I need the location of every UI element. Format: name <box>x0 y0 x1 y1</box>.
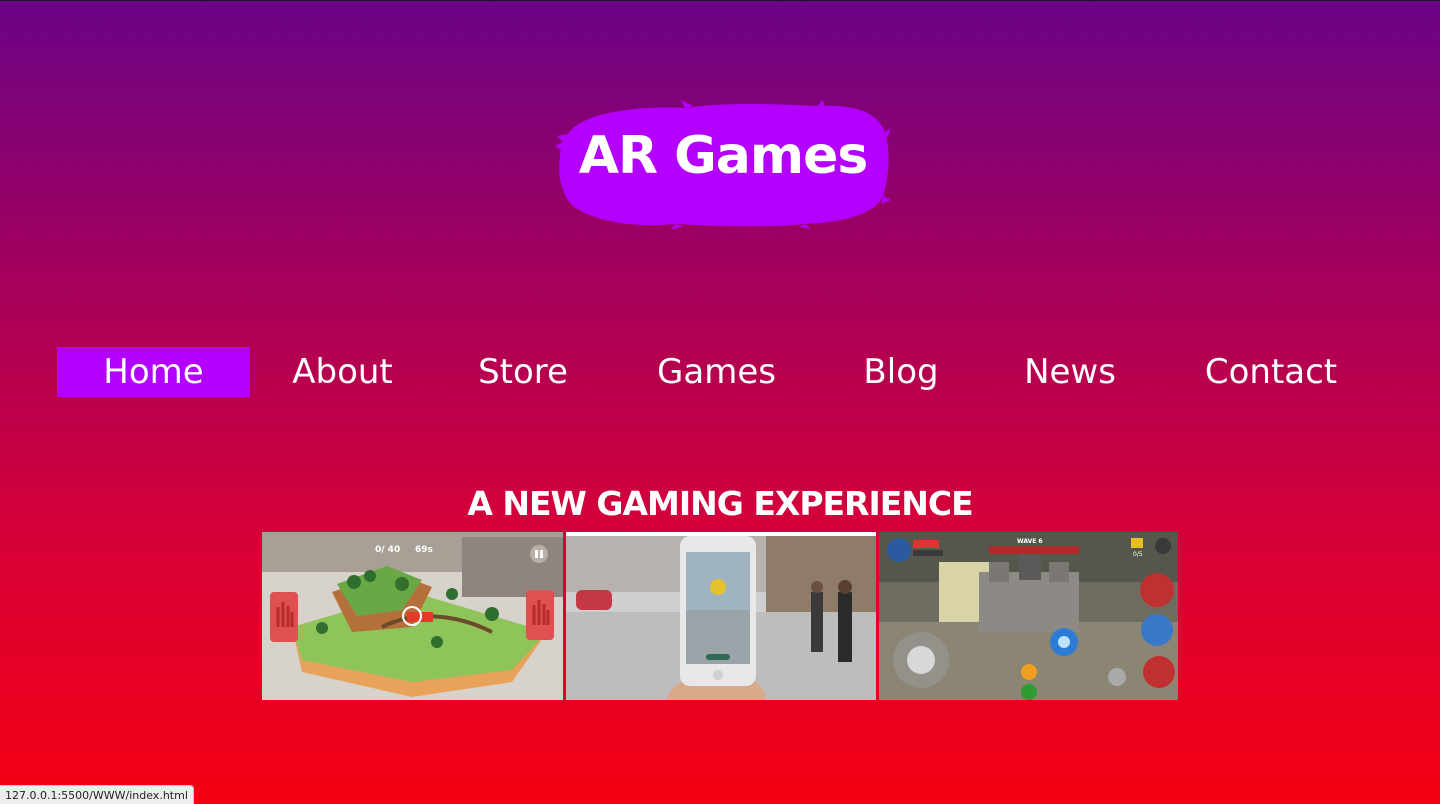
gallery-image-ar-tabletop[interactable]: WAVE 6 0/5 <box>879 532 1178 700</box>
nav-item-about[interactable]: About <box>270 347 415 397</box>
status-bar-url: 127.0.0.1:5500/WWW/index.html <box>0 785 194 804</box>
nav-item-contact[interactable]: Contact <box>1185 347 1357 397</box>
nav-item-home[interactable]: Home <box>57 347 250 397</box>
logo-text: AR Games <box>578 126 869 186</box>
nav-item-blog[interactable]: Blog <box>846 347 956 397</box>
tabletop-hud-count: 0/5 <box>1133 551 1143 558</box>
site-logo[interactable]: AR Games <box>555 98 891 230</box>
ar-island-game-screenshot: 0/ 40 69s <box>262 532 563 700</box>
nav-item-store[interactable]: Store <box>462 347 584 397</box>
gallery-image-ar-street[interactable] <box>566 532 876 700</box>
top-border <box>0 0 1440 1</box>
gallery-image-ar-island[interactable]: 0/ 40 69s <box>262 532 563 700</box>
hero-heading: A NEW GAMING EXPERIENCE <box>467 484 973 523</box>
main-nav: Home About Store Games Blog News Contact <box>57 347 1377 397</box>
island-hud-score: 0/ 40 <box>375 545 400 555</box>
tabletop-hud-wave: WAVE 6 <box>1017 538 1043 545</box>
island-hud-timer: 69s <box>415 545 433 555</box>
nav-item-games[interactable]: Games <box>639 347 794 397</box>
ar-phone-street-game-photo <box>566 532 876 700</box>
ar-tabletop-battle-game-screenshot: WAVE 6 0/5 <box>879 532 1178 700</box>
nav-item-news[interactable]: News <box>1006 347 1134 397</box>
